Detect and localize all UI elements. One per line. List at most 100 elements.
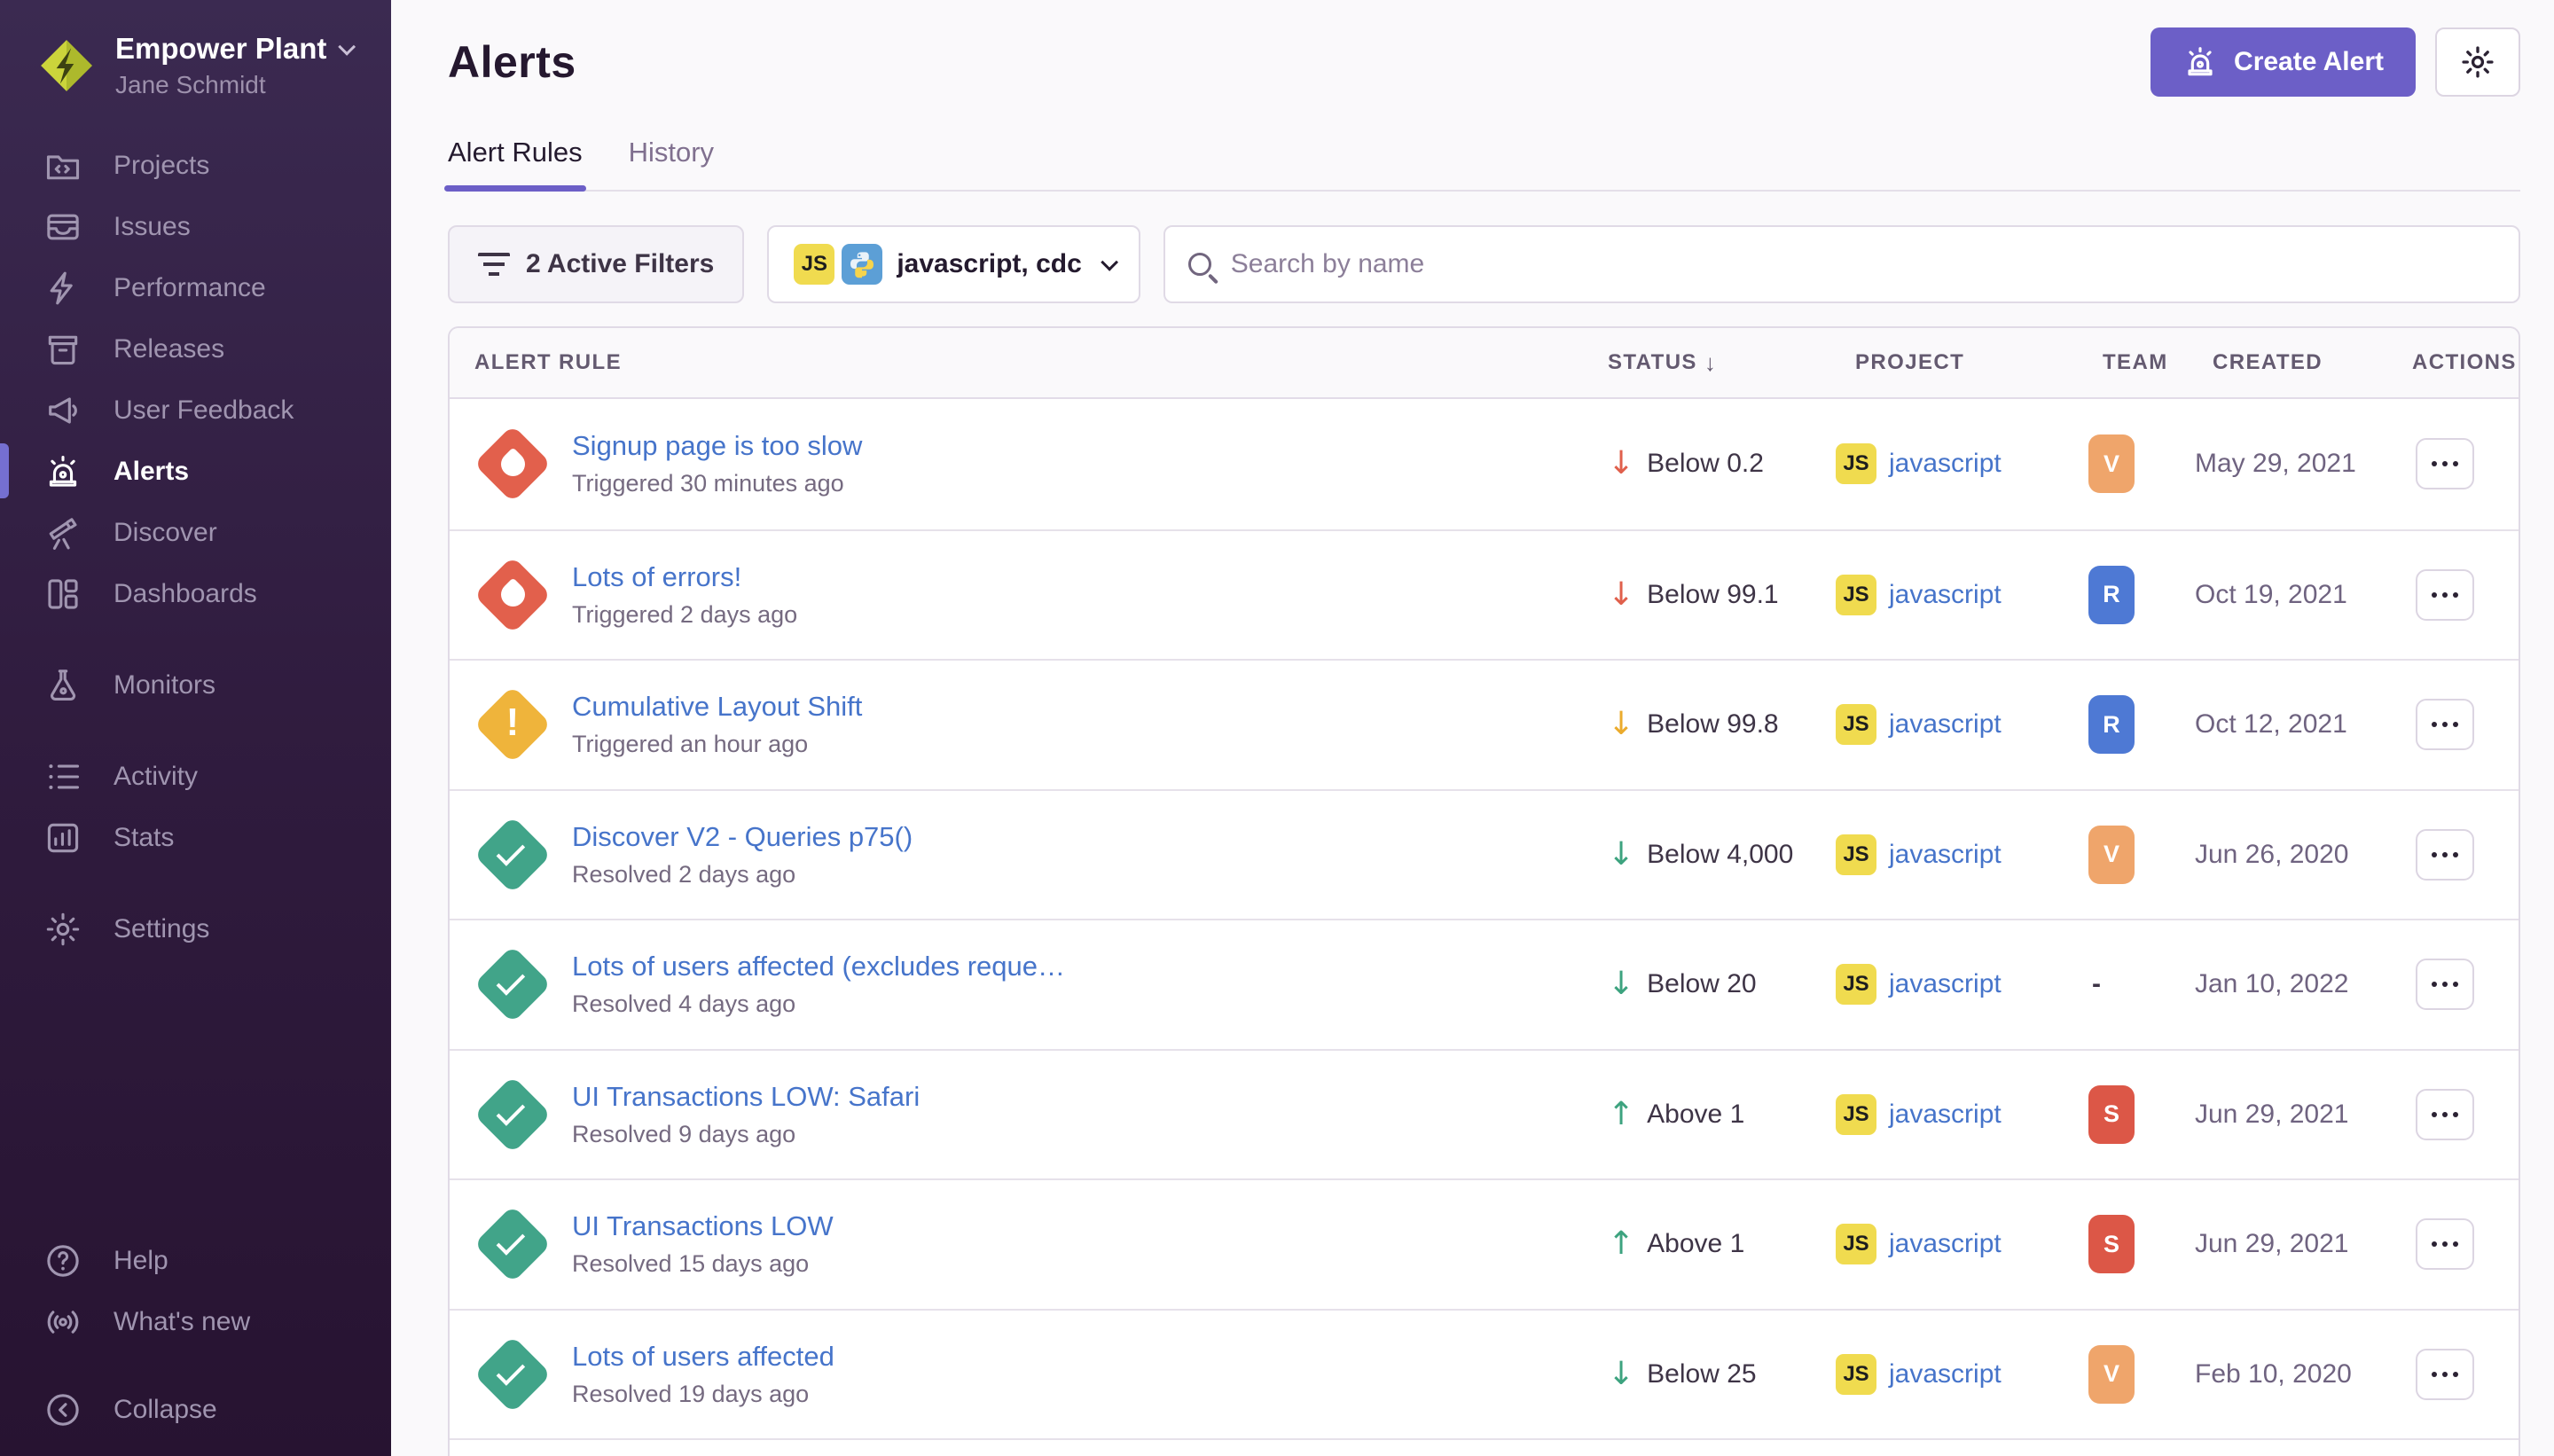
alert-rule-subtitle: Resolved 2 days ago: [572, 861, 913, 888]
team-badge: S: [2088, 1215, 2135, 1273]
sidebar-item-issues[interactable]: Issues: [0, 196, 391, 257]
table-row: ! Discover V2 - Queries p75()Resolved 2 …: [450, 789, 2519, 920]
trend-arrow-icon: ↓: [1608, 579, 1634, 611]
sidebar-item-settings[interactable]: Settings: [0, 898, 391, 959]
alert-rule-link[interactable]: Discover V2 - Queries p75(): [572, 821, 913, 853]
row-actions-button[interactable]: [2416, 1218, 2474, 1270]
sidebar-item-stats[interactable]: Stats: [0, 807, 391, 868]
status-value: Below 99.8: [1647, 709, 1778, 740]
tab-alert-rules[interactable]: Alert Rules: [448, 137, 583, 190]
column-header-actions: ACTIONS: [2412, 350, 2519, 375]
telescope-icon: [43, 513, 83, 553]
sidebar-item-releases[interactable]: Releases: [0, 318, 391, 380]
sidebar-item-label: What's new: [114, 1307, 250, 1337]
alert-critical-icon: !: [474, 426, 551, 502]
row-actions-button[interactable]: [2416, 1089, 2474, 1140]
project-selector-label: javascript, cdc: [897, 249, 1081, 279]
row-actions-button[interactable]: [2416, 829, 2474, 881]
alert-settings-button[interactable]: [2435, 27, 2520, 97]
row-actions-button[interactable]: [2416, 438, 2474, 489]
status-value: Below 0.2: [1647, 449, 1764, 479]
project-selector[interactable]: JS javascript, cdc: [767, 225, 1140, 303]
sidebar-item-label: Issues: [114, 212, 191, 242]
project-link[interactable]: javascript: [1889, 1100, 2002, 1130]
table-row: ! Lots of errors!Triggered 2 days ago ↓B…: [450, 529, 2519, 660]
row-actions-button[interactable]: [2416, 569, 2474, 621]
active-filters-button[interactable]: 2 Active Filters: [448, 225, 744, 303]
alert-rule-link[interactable]: Cumulative Layout Shift: [572, 691, 862, 723]
sidebar-item-label: Performance: [114, 273, 266, 303]
alert-warning-icon: !: [474, 686, 551, 763]
project-link[interactable]: javascript: [1889, 1229, 2002, 1259]
sidebar-item-alerts[interactable]: Alerts: [0, 441, 391, 502]
sidebar-item-help[interactable]: Help: [0, 1230, 391, 1291]
alert-rule-subtitle: Resolved 9 days ago: [572, 1121, 920, 1148]
alert-rule-subtitle: Triggered 2 days ago: [572, 601, 797, 629]
main-content: Alerts Create Alert Alert Rules History …: [391, 0, 2554, 1456]
project-link[interactable]: javascript: [1889, 1359, 2002, 1389]
search-input[interactable]: [1229, 248, 2495, 280]
sidebar: Empower Plant Jane Schmidt Projects Issu…: [0, 0, 391, 1456]
alert-rule-link[interactable]: UI Transactions LOW: [572, 1210, 834, 1242]
alert-resolved-icon: !: [474, 1076, 551, 1153]
alerts-page: Empower Plant Jane Schmidt Projects Issu…: [0, 0, 2554, 1456]
page-title: Alerts: [448, 36, 576, 88]
alert-resolved-icon: !: [474, 1206, 551, 1282]
project-link[interactable]: javascript: [1889, 709, 2002, 740]
org-avatar: [37, 36, 96, 95]
sidebar-collapse-button[interactable]: Collapse: [0, 1379, 391, 1440]
row-actions-button[interactable]: [2416, 959, 2474, 1010]
alert-rule-link[interactable]: UI Transactions LOW: Safari: [572, 1081, 920, 1113]
filter-bar: 2 Active Filters JS javascript, cdc: [448, 225, 2520, 303]
project-link[interactable]: javascript: [1889, 969, 2002, 999]
team-badge: R: [2088, 566, 2135, 624]
org-switcher[interactable]: Empower Plant Jane Schmidt: [0, 32, 391, 99]
tab-history[interactable]: History: [629, 137, 714, 190]
status-value: Above 1: [1647, 1100, 1744, 1130]
sidebar-item-activity[interactable]: Activity: [0, 746, 391, 807]
sidebar-item-label: User Feedback: [114, 395, 294, 426]
alert-rule-link[interactable]: Lots of users affected (excludes reque…: [572, 951, 1065, 982]
sidebar-item-monitors[interactable]: Monitors: [0, 654, 391, 716]
project-link[interactable]: javascript: [1889, 580, 2002, 610]
alert-rule-link[interactable]: Lots of errors!: [572, 561, 797, 593]
search-icon: [1188, 253, 1211, 276]
chevron-down-icon: [339, 38, 356, 56]
table-row: ! Cumulative Layout ShiftTriggered an ho…: [450, 659, 2519, 789]
trend-arrow-icon: ↓: [1608, 1358, 1634, 1390]
column-header-status[interactable]: STATUS ↓: [1608, 349, 1836, 377]
sidebar-item-label: Collapse: [114, 1395, 217, 1425]
sidebar-item-user-feedback[interactable]: User Feedback: [0, 380, 391, 441]
sidebar-item-whats-new[interactable]: What's new: [0, 1291, 391, 1352]
team-badge: S: [2088, 1085, 2135, 1144]
project-link[interactable]: javascript: [1889, 449, 2002, 479]
sidebar-item-projects[interactable]: Projects: [0, 135, 391, 196]
search-box: [1163, 225, 2520, 303]
archive-icon: [43, 329, 83, 370]
alert-rule-link[interactable]: Signup page is too slow: [572, 430, 862, 462]
help-icon: [43, 1241, 83, 1281]
created-date: Feb 10, 2020: [2195, 1359, 2352, 1389]
sidebar-item-discover[interactable]: Discover: [0, 502, 391, 563]
inbox-icon: [43, 207, 83, 247]
column-header-team: TEAM: [2088, 350, 2195, 375]
table-row: ! Lots of users affected (excludes reque…: [450, 919, 2519, 1049]
team-badge: R: [2088, 695, 2135, 754]
sidebar-item-label: Dashboards: [114, 579, 257, 609]
row-actions-button[interactable]: [2416, 699, 2474, 750]
sidebar-item-performance[interactable]: Performance: [0, 257, 391, 318]
javascript-platform-icon: JS: [1836, 1094, 1876, 1135]
status-value: Below 4,000: [1647, 840, 1793, 870]
project-link[interactable]: javascript: [1889, 840, 2002, 870]
lightning-icon: [43, 268, 83, 309]
row-actions-button[interactable]: [2416, 1349, 2474, 1400]
sidebar-item-label: Monitors: [114, 670, 215, 701]
alert-rule-subtitle: Triggered 30 minutes ago: [572, 470, 862, 497]
siren-icon: [2182, 44, 2218, 80]
team-badge: V: [2088, 826, 2135, 884]
create-alert-button[interactable]: Create Alert: [2151, 27, 2416, 97]
created-date: May 29, 2021: [2195, 449, 2356, 479]
alert-rule-link[interactable]: Lots of users affected: [572, 1341, 834, 1373]
gear-icon: [43, 909, 83, 950]
sidebar-item-dashboards[interactable]: Dashboards: [0, 563, 391, 624]
